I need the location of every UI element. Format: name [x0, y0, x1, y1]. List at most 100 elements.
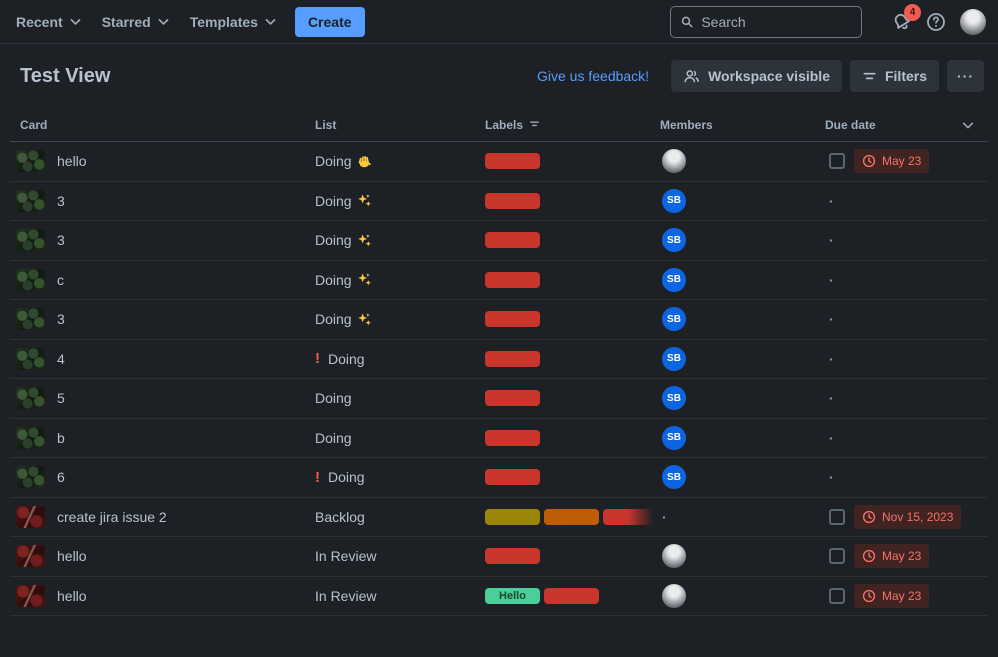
page-title: Test View [20, 64, 111, 87]
filters-button[interactable]: Filters [849, 60, 939, 92]
nav-starred-label: Starred [101, 13, 151, 30]
search-box[interactable] [670, 5, 862, 38]
question-mark-icon [927, 12, 945, 31]
table-row[interactable]: create jira issue 2 Backlog · Nov 15, 20… [10, 498, 988, 537]
list-name: ! Doing [315, 469, 365, 486]
member-avatar-initials[interactable]: SB [662, 307, 686, 332]
filters-label: Filters [884, 68, 927, 84]
feedback-link[interactable]: Give us feedback! [537, 68, 649, 84]
label-pill-yellow[interactable] [485, 508, 540, 525]
list-name-text: In Review [315, 587, 377, 604]
list-cell: In Review [315, 548, 485, 564]
label-pill-red[interactable] [485, 548, 540, 565]
members-cell: SB [660, 346, 825, 371]
workspace-visible-button[interactable]: Workspace visible [671, 60, 842, 92]
due-date-badge[interactable]: Nov 15, 2023 [854, 504, 962, 529]
table-row[interactable]: 3 Doing SB · [10, 300, 988, 340]
clock-icon [862, 550, 876, 563]
label-pill-green[interactable]: Hello [485, 587, 540, 604]
due-date-cell: May 23 [825, 149, 948, 174]
member-avatar[interactable] [662, 544, 686, 569]
list-name-text: Doing [315, 311, 352, 328]
table-row[interactable]: 4 ! Doing SB · [10, 340, 988, 379]
label-pill-red[interactable] [485, 311, 540, 328]
label-pill-red[interactable] [603, 508, 658, 525]
label-pill-orange[interactable] [544, 508, 599, 525]
table-row[interactable]: 5 Doing SB · [10, 379, 988, 419]
column-header-members[interactable]: Members [660, 118, 825, 132]
member-avatar-initials[interactable]: SB [662, 386, 686, 411]
column-options-chevron[interactable] [961, 118, 975, 132]
search-input[interactable] [701, 13, 851, 30]
label-pill-red[interactable] [544, 587, 599, 604]
list-cell: Doing [315, 311, 485, 327]
card-thumbnail [16, 268, 45, 291]
member-avatar-initials[interactable]: SB [662, 346, 686, 371]
due-date-checkbox[interactable] [829, 153, 845, 170]
due-date-checkbox[interactable] [829, 548, 845, 565]
empty-due-marker: · [829, 429, 834, 446]
label-pill-red[interactable] [485, 271, 540, 288]
card-cell: hello [10, 584, 315, 607]
card-cell: 3 [10, 308, 315, 331]
create-button[interactable]: Create [294, 6, 365, 37]
column-header-due-date[interactable]: Due date [825, 118, 948, 132]
empty-due-marker: · [829, 232, 834, 249]
list-name-text: Backlog [315, 508, 365, 525]
member-avatar[interactable] [662, 149, 686, 174]
table-row[interactable]: hello In Review May 23 [10, 537, 988, 577]
labels-cell [485, 508, 660, 525]
label-pill-red[interactable] [485, 429, 540, 446]
labels-cell [485, 232, 660, 249]
label-pill-red[interactable] [485, 469, 540, 486]
label-pill-red[interactable] [485, 390, 540, 407]
member-avatar-initials[interactable]: SB [662, 267, 686, 292]
clock-icon [862, 510, 876, 523]
labels-filter-icon[interactable] [529, 119, 540, 130]
members-cell: · [660, 509, 825, 525]
member-avatar-initials[interactable]: SB [662, 425, 686, 450]
nav-recent[interactable]: Recent [6, 8, 92, 36]
sparkles-emoji [357, 194, 371, 207]
label-pill-red[interactable] [485, 232, 540, 249]
filter-icon [863, 72, 876, 79]
column-header-labels[interactable]: Labels [485, 118, 660, 132]
list-name: ! Doing [315, 350, 365, 367]
member-avatar-initials[interactable]: SB [662, 465, 686, 490]
member-avatar-initials[interactable]: SB [662, 188, 686, 213]
more-options-button[interactable]: ··· [947, 60, 984, 92]
card-cell: 3 [10, 229, 315, 252]
card-thumbnail [16, 150, 45, 173]
due-date-checkbox[interactable] [829, 587, 845, 604]
help-button[interactable] [926, 12, 946, 32]
member-avatar[interactable] [662, 583, 686, 608]
table-row[interactable]: b Doing SB · [10, 419, 988, 458]
nav-templates[interactable]: Templates [180, 8, 287, 36]
table-row[interactable]: 3 Doing SB · [10, 182, 988, 221]
table-row[interactable]: c Doing SB · [10, 261, 988, 300]
card-title: hello [57, 153, 87, 170]
card-cell: 5 [10, 387, 315, 410]
column-header-card[interactable]: Card [10, 118, 315, 132]
labels-cell [485, 271, 660, 288]
table-row[interactable]: hello In Review Hello May 23 [10, 577, 988, 616]
member-avatar-initials[interactable]: SB [662, 228, 686, 253]
user-avatar[interactable] [960, 8, 986, 35]
notifications-button[interactable]: 4 [892, 3, 921, 32]
nav-starred[interactable]: Starred [92, 8, 180, 36]
table-row[interactable]: 6 ! Doing SB · [10, 458, 988, 498]
due-date-badge[interactable]: May 23 [854, 544, 930, 569]
column-header-list[interactable]: List [315, 118, 485, 132]
due-date-badge[interactable]: May 23 [854, 149, 930, 174]
due-date-checkbox[interactable] [829, 508, 845, 525]
due-date-cell: · [825, 311, 948, 327]
members-cell: SB [660, 307, 825, 332]
table-row[interactable]: hello Doing May 23 [10, 142, 988, 182]
label-pill-red[interactable] [485, 350, 540, 367]
label-pill-red[interactable] [485, 153, 540, 170]
label-pill-red[interactable] [485, 192, 540, 209]
card-title: hello [57, 587, 87, 604]
due-date-badge[interactable]: May 23 [854, 583, 930, 608]
table-row[interactable]: 3 Doing SB · [10, 221, 988, 261]
nav-recent-label: Recent [16, 13, 63, 30]
